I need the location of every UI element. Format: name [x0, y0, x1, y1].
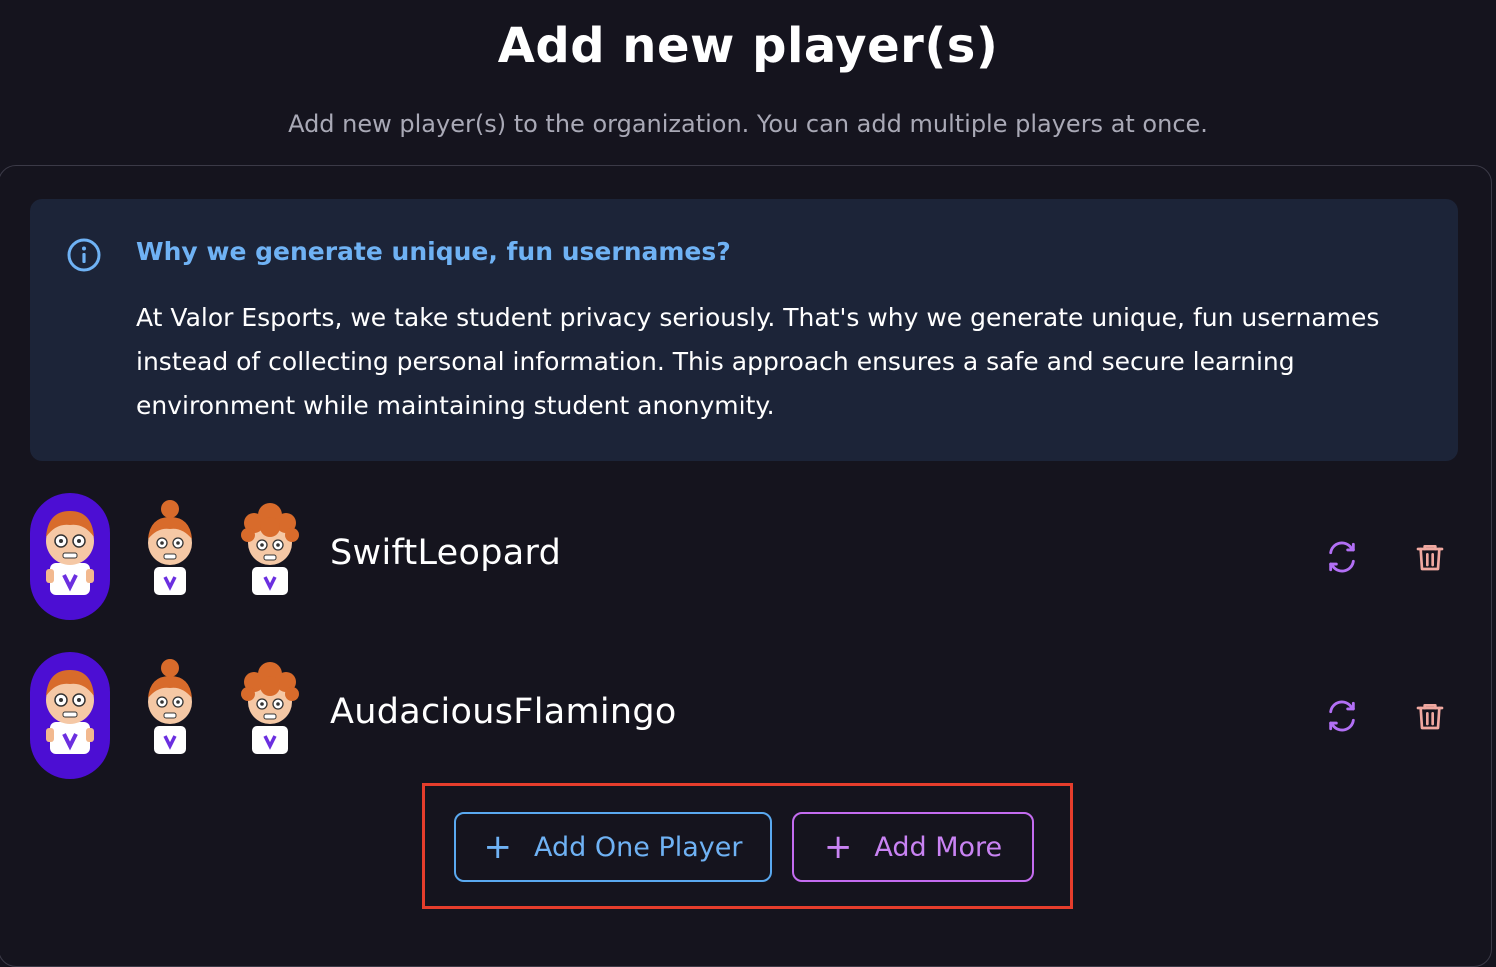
regenerate-username-button[interactable]: [1322, 537, 1362, 577]
avatar-option-curly-hair[interactable]: [230, 652, 310, 779]
avatar-short-hair-icon: [46, 511, 94, 595]
page-title: Add new player(s): [497, 18, 999, 74]
player-username: AudaciousFlamingo: [330, 692, 677, 732]
add-more-button[interactable]: + Add More: [792, 812, 1034, 882]
refresh-icon: [1329, 541, 1355, 573]
player-username: SwiftLeopard: [330, 533, 562, 573]
add-one-player-label: Add One Player: [534, 831, 743, 863]
trash-icon: [1416, 545, 1444, 571]
avatar-curly-hair-icon: [241, 662, 299, 754]
avatar-bun-hair-icon: [148, 659, 192, 754]
delete-player-button[interactable]: [1410, 696, 1450, 736]
avatar-option-short-hair[interactable]: [30, 493, 110, 620]
delete-player-button[interactable]: [1410, 537, 1450, 577]
avatar-option-curly-hair[interactable]: [230, 493, 310, 620]
player-row: AudaciousFlamingo: [0, 652, 1496, 782]
avatar-option-bun-hair[interactable]: [130, 652, 210, 779]
plus-icon: +: [483, 827, 513, 867]
info-body: At Valor Esports, we take student privac…: [136, 303, 1380, 420]
trash-icon: [1416, 704, 1444, 730]
add-more-label: Add More: [874, 831, 1003, 863]
player-row: SwiftLeopard: [0, 493, 1496, 623]
avatar-bun-hair-icon: [148, 500, 192, 595]
info-title: Why we generate unique, fun usernames?: [136, 237, 731, 266]
avatar-option-bun-hair[interactable]: [130, 493, 210, 620]
avatar-short-hair-icon: [46, 670, 94, 754]
info-callout: Why we generate unique, fun usernames? A…: [30, 199, 1458, 461]
regenerate-username-button[interactable]: [1322, 696, 1362, 736]
avatar-curly-hair-icon: [241, 503, 299, 595]
add-one-player-button[interactable]: + Add One Player: [454, 812, 772, 882]
page-subtitle: Add new player(s) to the organization. Y…: [288, 110, 1208, 138]
refresh-icon: [1329, 700, 1355, 732]
plus-icon: +: [823, 827, 853, 867]
info-icon: [67, 238, 101, 272]
avatar-option-short-hair[interactable]: [30, 652, 110, 779]
